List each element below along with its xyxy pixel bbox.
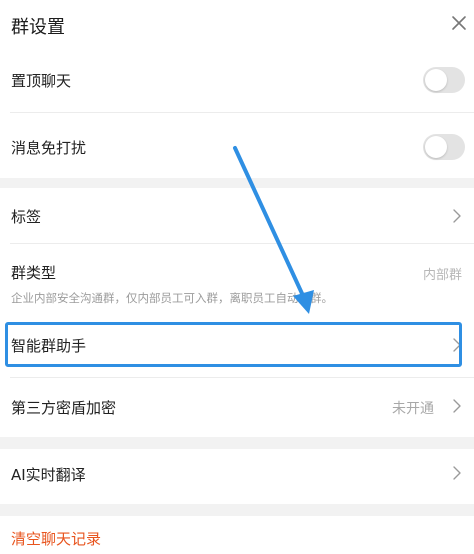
pin-chat-row: 置顶聊天 bbox=[0, 54, 474, 106]
mute-toggle[interactable] bbox=[423, 134, 465, 160]
ai-translate-label: AI实时翻译 bbox=[11, 466, 86, 484]
toggle-knob bbox=[425, 136, 447, 158]
encryption-row[interactable]: 第三方密盾加密 未开通 bbox=[0, 380, 474, 432]
page-title: 群设置 bbox=[11, 17, 65, 38]
group-type-description: 企业内部安全沟通群，仅内部员工可入群，离职员工自动退群。 bbox=[11, 291, 333, 305]
close-icon[interactable] bbox=[450, 14, 468, 32]
section-gap bbox=[0, 504, 474, 516]
group-type-label: 群类型 bbox=[11, 264, 57, 282]
highlight-box bbox=[5, 322, 462, 367]
toggle-knob bbox=[425, 69, 447, 91]
header: 群设置 bbox=[0, 0, 474, 50]
chevron-right-icon bbox=[453, 209, 461, 223]
encryption-status: 未开通 bbox=[392, 401, 434, 417]
group-type-row: 群类型 内部群 企业内部安全沟通群，仅内部员工可入群，离职员工自动退群。 bbox=[0, 244, 474, 316]
divider bbox=[10, 112, 474, 113]
group-type-value: 内部群 bbox=[422, 268, 462, 283]
pin-chat-toggle[interactable] bbox=[423, 67, 465, 93]
chevron-right-icon bbox=[453, 399, 461, 413]
pin-chat-label: 置顶聊天 bbox=[11, 72, 72, 90]
chevron-right-icon bbox=[453, 466, 461, 480]
clear-history-button[interactable]: 清空聊天记录 bbox=[11, 528, 101, 549]
tags-row[interactable]: 标签 bbox=[0, 188, 474, 242]
divider bbox=[10, 377, 474, 378]
mute-label: 消息免打扰 bbox=[11, 139, 87, 157]
encryption-label: 第三方密盾加密 bbox=[11, 399, 117, 417]
mute-row: 消息免打扰 bbox=[0, 120, 474, 172]
clear-history-row[interactable]: 清空聊天记录 bbox=[0, 516, 474, 554]
tags-label: 标签 bbox=[11, 208, 42, 226]
section-gap bbox=[0, 178, 474, 188]
section-gap bbox=[0, 437, 474, 449]
ai-translate-row[interactable]: AI实时翻译 bbox=[0, 449, 474, 499]
